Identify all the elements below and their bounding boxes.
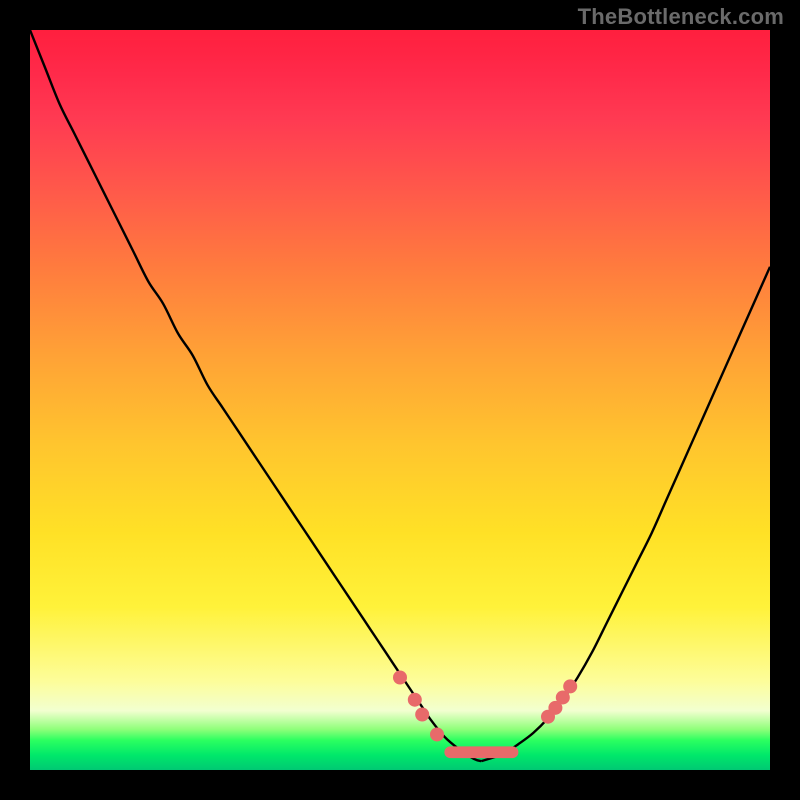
marker-point: [408, 693, 422, 707]
marker-point: [430, 727, 444, 741]
plot-area: [30, 30, 770, 770]
marker-point: [563, 679, 577, 693]
highlight-segment: [444, 746, 518, 758]
chart-frame: TheBottleneck.com: [0, 0, 800, 800]
marker-point: [393, 671, 407, 685]
watermark-text: TheBottleneck.com: [578, 4, 784, 30]
marker-point: [415, 708, 429, 722]
right-curve: [481, 267, 770, 761]
left-curve: [30, 30, 481, 761]
chart-svg: [30, 30, 770, 770]
